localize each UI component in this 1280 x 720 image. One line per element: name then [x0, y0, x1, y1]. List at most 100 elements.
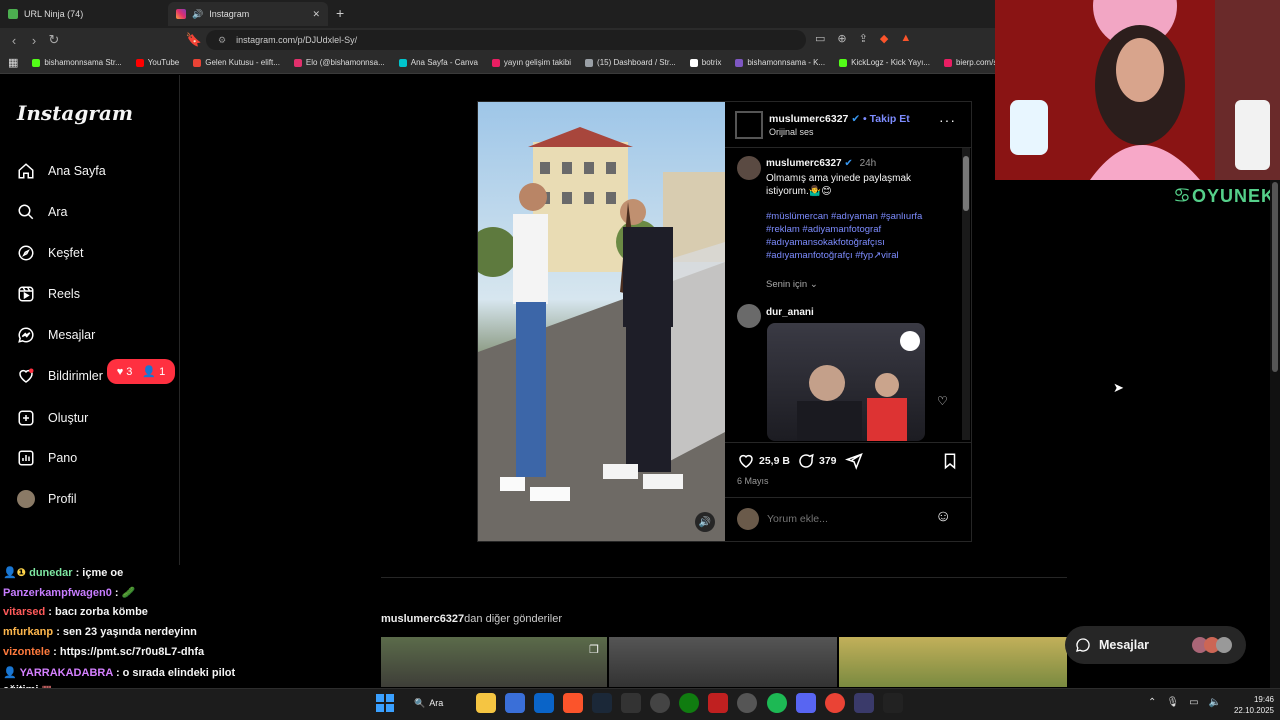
bookmark-icon[interactable]: 🔖	[184, 32, 204, 48]
author-username[interactable]: muslumerc6327	[769, 113, 848, 125]
zoom-icon[interactable]: ⊕	[837, 32, 846, 45]
spotify-icon[interactable]	[767, 693, 787, 713]
sidebar-item-dashboard[interactable]: Pano	[17, 445, 77, 471]
more-post-thumbnail[interactable]	[839, 637, 1067, 687]
bookmark-item[interactable]: bishamonnsama Str...	[32, 58, 122, 67]
bookmark-item[interactable]: YouTube	[135, 58, 179, 67]
follow-button[interactable]: Takip Et	[870, 113, 910, 125]
more-post-thumbnail[interactable]	[609, 637, 837, 687]
brave-icon[interactable]	[563, 693, 583, 713]
back-icon[interactable]: ‹	[4, 33, 24, 48]
comment-image[interactable]	[767, 323, 925, 441]
capcut-icon[interactable]	[883, 693, 903, 713]
like-button[interactable]: 25,9 B	[737, 452, 790, 470]
bookmark-item[interactable]: Gelen Kutusu - elift...	[193, 58, 280, 67]
caption-avatar[interactable]	[737, 156, 761, 180]
comment-input[interactable]	[767, 510, 927, 528]
chat-message: 👤 YARRAKADABRA : o sırada elindeki pilot	[3, 667, 236, 679]
tab-instagram[interactable]: 🔊 Instagram ✕	[168, 2, 328, 26]
outlook-icon[interactable]	[534, 693, 554, 713]
comment-button[interactable]: 379	[797, 452, 837, 470]
store-icon[interactable]	[505, 693, 525, 713]
brave-rewards-icon[interactable]: ▲	[900, 32, 911, 45]
sidebar-item-create[interactable]: Oluştur	[17, 405, 88, 431]
avatar	[17, 490, 35, 508]
sidebar-item-notifications[interactable]: Bildirimler	[17, 363, 103, 389]
close-tab-icon[interactable]: ✕	[312, 9, 320, 20]
sidebar-item-profile[interactable]: Profil	[17, 486, 76, 512]
comment-like-icon[interactable]: ♡	[937, 394, 948, 408]
microphone-icon[interactable]: 🎙	[1166, 697, 1179, 708]
start-button[interactable]	[376, 694, 394, 712]
obs-icon[interactable]	[650, 693, 670, 713]
network-icon[interactable]: ▭	[1189, 697, 1198, 708]
post-photo[interactable]: 🔊	[478, 102, 725, 541]
sidebar-item-search[interactable]: Ara	[17, 199, 67, 225]
forward-icon[interactable]: ›	[24, 33, 44, 48]
caption-text: Olmamış ama yinede paylaşmak istiyorum.🤷…	[766, 173, 912, 197]
brand-icon: ♋	[1173, 185, 1192, 207]
notification-badge[interactable]: ♥ 3 👤 1	[107, 359, 175, 384]
sidebar-item-explore[interactable]: Keşfet	[17, 240, 83, 266]
bookmark-item[interactable]: KickLogz - Kick Yayı...	[839, 58, 930, 67]
discord-icon[interactable]	[796, 693, 816, 713]
bookmark-item[interactable]: bierp.com/s	[943, 58, 995, 67]
more-post-thumbnail[interactable]: ❐	[381, 637, 607, 687]
emoji-icon[interactable]: ☺	[935, 508, 951, 526]
bookmark-item[interactable]: (15) Dashboard / Str...	[585, 58, 676, 67]
cast-icon[interactable]: ▭	[815, 32, 825, 45]
brave-shield-icon[interactable]: ◆	[880, 32, 888, 45]
taskbar-search[interactable]: 🔍 Ara	[414, 692, 462, 714]
translation-toggle[interactable]: Senin için ⌄	[766, 279, 818, 290]
sidebar-item-home[interactable]: Ana Sayfa	[17, 158, 106, 184]
comments-scrollbar[interactable]	[962, 148, 970, 440]
save-icon[interactable]	[941, 452, 959, 470]
bookmark-item[interactable]: bishamonnsama - K...	[735, 58, 825, 67]
new-tab-button[interactable]: +	[336, 5, 344, 21]
reload-icon[interactable]: ↻	[44, 32, 64, 48]
hashtags[interactable]: #müslümercan #adıyaman #şanlıurfa #rekla…	[766, 210, 951, 262]
tab-title: Instagram	[209, 9, 250, 19]
riot-icon[interactable]	[708, 693, 728, 713]
site-info-icon[interactable]: ⚙	[218, 35, 226, 46]
compass-icon	[18, 245, 34, 261]
bookmark-item[interactable]: botrix	[689, 58, 721, 67]
bookmarks-bar: ▦ bishamonnsama Str... YouTube Gelen Kut…	[0, 52, 995, 74]
volume-icon[interactable]: 🔈	[1209, 697, 1221, 708]
instagram-logo[interactable]: Instagram	[17, 101, 133, 125]
sidebar-item-messages[interactable]: Mesajlar	[17, 322, 95, 348]
url-ninja-favicon-icon	[8, 9, 18, 19]
message-avatars	[1192, 637, 1232, 653]
messages-floating-button[interactable]: Mesajlar	[1065, 626, 1246, 664]
apps-icon[interactable]: ▦	[8, 56, 18, 69]
app-icon[interactable]	[854, 693, 874, 713]
bookmark-item[interactable]: Elo (@bishamonnsa...	[293, 58, 385, 67]
messenger-icon	[18, 327, 34, 343]
reels-icon	[18, 286, 34, 302]
tab-url-ninja[interactable]: URL Ninja (74)	[0, 2, 168, 26]
xbox-icon[interactable]	[679, 693, 699, 713]
webcam-overlay	[995, 0, 1280, 180]
mute-toggle-icon[interactable]: 🔊	[695, 512, 715, 532]
more-options-icon[interactable]: ···	[939, 112, 956, 128]
file-explorer-icon[interactable]	[476, 693, 496, 713]
share-icon[interactable]: ⇪	[859, 32, 868, 45]
url-input[interactable]: ⚙ instagram.com/p/DJUdxlel-Sy/	[206, 30, 806, 50]
epic-games-icon[interactable]	[621, 693, 641, 713]
page-scrollbar[interactable]	[1270, 180, 1280, 688]
comment-username[interactable]: dur_anani	[766, 307, 814, 318]
clock-date: 22.10.2025	[1233, 706, 1274, 715]
caption-username[interactable]: muslumerc6327	[766, 158, 842, 169]
share-icon[interactable]	[845, 452, 863, 470]
bookmark-item[interactable]: Ana Sayfa - Canva	[398, 58, 478, 67]
chevron-up-icon[interactable]: ⌃	[1148, 697, 1156, 708]
steam-icon[interactable]	[592, 693, 612, 713]
app-icon[interactable]	[737, 693, 757, 713]
author-avatar[interactable]	[735, 111, 763, 139]
chrome-icon[interactable]	[825, 693, 845, 713]
comment-avatar[interactable]	[737, 304, 761, 331]
bookmark-item[interactable]: yayın gelişim takibi	[491, 58, 571, 67]
audio-label[interactable]: Orijinal ses	[769, 127, 814, 137]
sidebar-item-reels[interactable]: Reels	[17, 281, 80, 307]
taskbar-clock[interactable]: 19:46 22.10.2025	[1222, 694, 1274, 716]
